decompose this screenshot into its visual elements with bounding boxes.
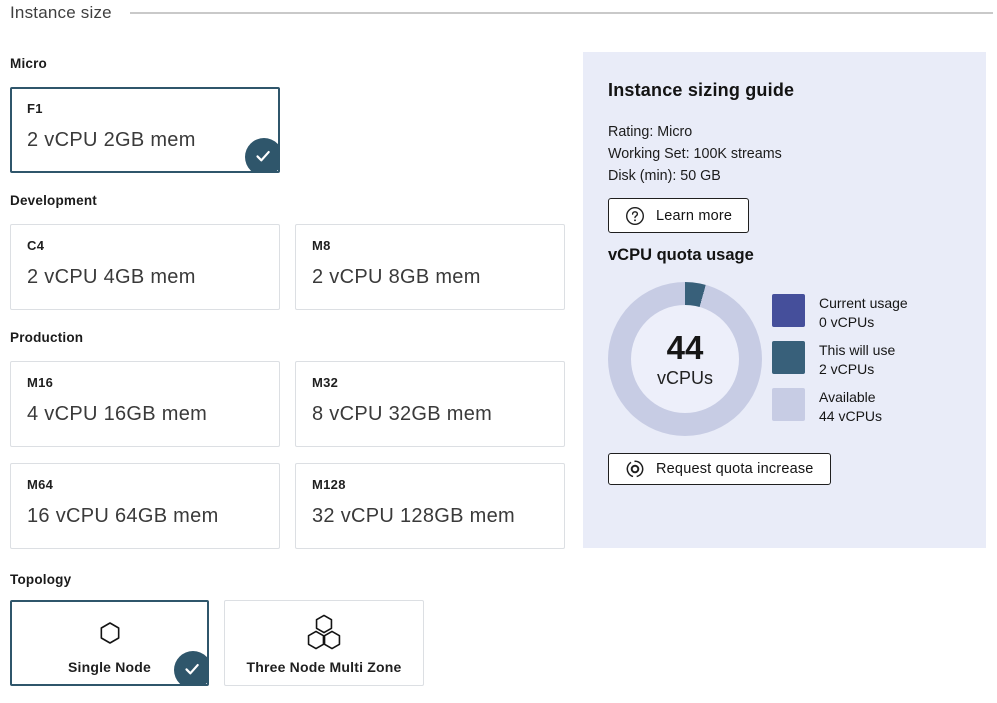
size-card-desc: 2 vCPU 8GB mem (312, 266, 548, 289)
legend-item-current-usage: Current usage 0 vCPUs (772, 294, 908, 331)
legend-item-this-will-use: This will use 2 vCPUs (772, 341, 908, 378)
size-card-desc: 16 vCPU 64GB mem (27, 505, 263, 528)
legend-swatch-available (772, 388, 805, 421)
guide-details: Rating: Micro Working Set: 100K streams … (608, 121, 961, 187)
size-card-name: M128 (312, 477, 548, 492)
vcpu-quota-chart-row: 44 vCPUs Current usage 0 vCPUs This will… (608, 282, 961, 436)
legend-label: Available (819, 389, 876, 405)
size-card-desc: 4 vCPU 16GB mem (27, 403, 263, 426)
legend-label: This will use (819, 342, 895, 358)
instance-size-header: Instance size (10, 3, 993, 23)
instance-sizing-guide-panel: Instance sizing guide Rating: Micro Work… (583, 52, 986, 548)
topology-name: Three Node Multi Zone (225, 659, 423, 675)
learn-more-label: Learn more (656, 208, 732, 224)
donut-center-label: vCPUs (657, 368, 713, 389)
topology-card-three-node-multi-zone[interactable]: Three Node Multi Zone (224, 600, 424, 686)
single-node-hexagon-icon (12, 614, 207, 652)
section-label-topology: Topology (10, 572, 565, 587)
size-card-m16[interactable]: M16 4 vCPU 16GB mem (10, 361, 280, 447)
learn-more-button[interactable]: Learn more (608, 198, 749, 233)
chart-legend: Current usage 0 vCPUs This will use 2 vC… (772, 294, 908, 425)
guide-working-set: Working Set: 100K streams (608, 143, 961, 165)
request-quota-increase-label: Request quota increase (656, 461, 814, 477)
section-label-development: Development (10, 193, 565, 208)
legend-swatch-this-will-use (772, 341, 805, 374)
size-card-f1[interactable]: F1 2 vCPU 2GB mem (10, 87, 280, 173)
legend-value: 44 vCPUs (819, 408, 882, 424)
donut-center: 44 vCPUs (631, 305, 739, 413)
size-card-name: F1 (27, 101, 263, 116)
vcpu-quota-usage-title: vCPU quota usage (608, 246, 961, 265)
page-title: Instance size (10, 3, 112, 23)
vcpu-donut-chart: 44 vCPUs (608, 282, 762, 436)
header-divider (130, 12, 993, 14)
legend-swatch-current-usage (772, 294, 805, 327)
size-card-desc: 2 vCPU 2GB mem (27, 129, 263, 152)
legend-value: 0 vCPUs (819, 314, 874, 330)
legend-value: 2 vCPUs (819, 361, 874, 377)
size-card-name: M32 (312, 375, 548, 390)
guide-rating: Rating: Micro (608, 121, 961, 143)
topology-card-single-node[interactable]: Single Node (10, 600, 209, 686)
size-card-name: M8 (312, 238, 548, 253)
size-card-name: C4 (27, 238, 263, 253)
section-label-production: Production (10, 330, 565, 345)
legend-label: Current usage (819, 295, 908, 311)
size-card-desc: 8 vCPU 32GB mem (312, 403, 548, 426)
size-card-desc: 2 vCPU 4GB mem (27, 266, 263, 289)
size-card-m64[interactable]: M64 16 vCPU 64GB mem (10, 463, 280, 549)
section-label-micro: Micro (10, 56, 565, 71)
quota-target-icon (625, 459, 645, 479)
guide-title: Instance sizing guide (608, 80, 961, 101)
size-card-name: M16 (27, 375, 263, 390)
donut-center-value: 44 (667, 330, 704, 366)
size-card-name: M64 (27, 477, 263, 492)
size-card-m128[interactable]: M128 32 vCPU 128GB mem (295, 463, 565, 549)
selected-check-icon (245, 138, 280, 173)
three-node-hexagons-icon (225, 614, 423, 652)
legend-item-available: Available 44 vCPUs (772, 388, 908, 425)
selected-check-icon (174, 651, 209, 686)
request-quota-increase-button[interactable]: Request quota increase (608, 453, 831, 485)
size-card-desc: 32 vCPU 128GB mem (312, 505, 548, 528)
guide-disk: Disk (min): 50 GB (608, 165, 961, 187)
size-card-m32[interactable]: M32 8 vCPU 32GB mem (295, 361, 565, 447)
instance-size-options: Micro F1 2 vCPU 2GB mem Development C4 2… (10, 50, 565, 686)
size-card-c4[interactable]: C4 2 vCPU 4GB mem (10, 224, 280, 310)
size-card-m8[interactable]: M8 2 vCPU 8GB mem (295, 224, 565, 310)
question-circle-icon (625, 206, 645, 226)
